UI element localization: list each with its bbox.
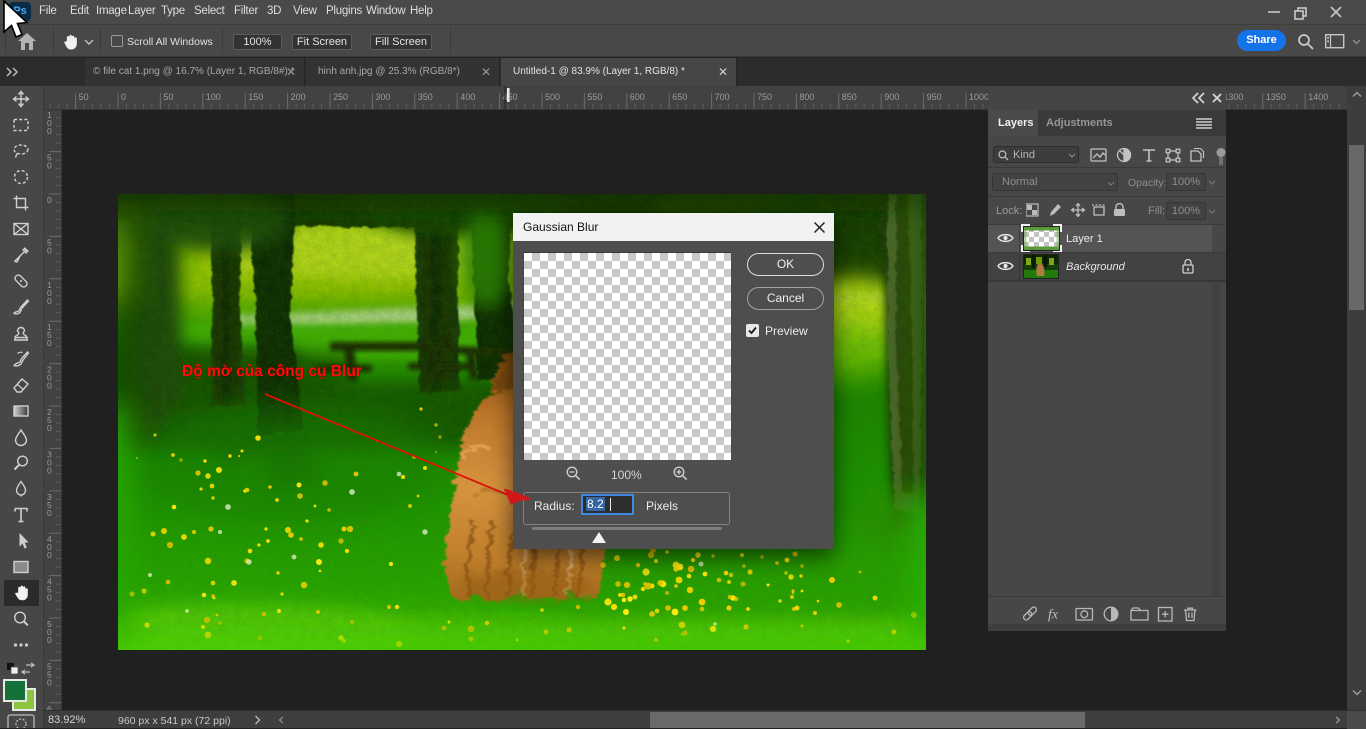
- svg-text:100: 100: [206, 92, 221, 102]
- svg-text:0: 0: [47, 245, 52, 255]
- svg-text:0: 0: [47, 508, 52, 518]
- svg-text:0: 0: [47, 126, 52, 136]
- svg-text:Độ mờ của công cụ Blur: Độ mờ của công cụ Blur: [182, 363, 362, 380]
- svg-text:0: 0: [47, 195, 52, 205]
- svg-text:0: 0: [47, 296, 52, 306]
- svg-text:0: 0: [47, 381, 52, 391]
- svg-text:1350: 1350: [1266, 92, 1286, 102]
- svg-text:750: 750: [757, 92, 772, 102]
- svg-text:50: 50: [79, 92, 89, 102]
- svg-text:50: 50: [163, 92, 173, 102]
- svg-text:850: 850: [842, 92, 857, 102]
- svg-text:0: 0: [47, 550, 52, 560]
- svg-text:700: 700: [715, 92, 730, 102]
- svg-text:950: 950: [927, 92, 942, 102]
- svg-text:0: 0: [47, 593, 52, 603]
- svg-text:0: 0: [47, 338, 52, 348]
- svg-text:1400: 1400: [1308, 92, 1328, 102]
- svg-text:400: 400: [460, 92, 475, 102]
- svg-text:900: 900: [884, 92, 899, 102]
- svg-text:fx: fx: [1048, 608, 1059, 623]
- svg-text:0: 0: [121, 92, 126, 102]
- svg-text:0: 0: [47, 161, 52, 171]
- svg-text:200: 200: [291, 92, 306, 102]
- svg-text:500: 500: [545, 92, 560, 102]
- svg-text:150: 150: [248, 92, 263, 102]
- svg-text:800: 800: [799, 92, 814, 102]
- svg-text:250: 250: [333, 92, 348, 102]
- svg-text:0: 0: [47, 423, 52, 433]
- svg-text:0: 0: [47, 465, 52, 475]
- svg-text:600: 600: [630, 92, 645, 102]
- svg-text:350: 350: [418, 92, 433, 102]
- svg-text:550: 550: [587, 92, 602, 102]
- svg-text:300: 300: [375, 92, 390, 102]
- svg-text:1000: 1000: [969, 92, 989, 102]
- svg-text:1300: 1300: [1223, 92, 1243, 102]
- svg-text:0: 0: [47, 677, 52, 687]
- svg-text:0: 0: [47, 635, 52, 645]
- svg-text:650: 650: [672, 92, 687, 102]
